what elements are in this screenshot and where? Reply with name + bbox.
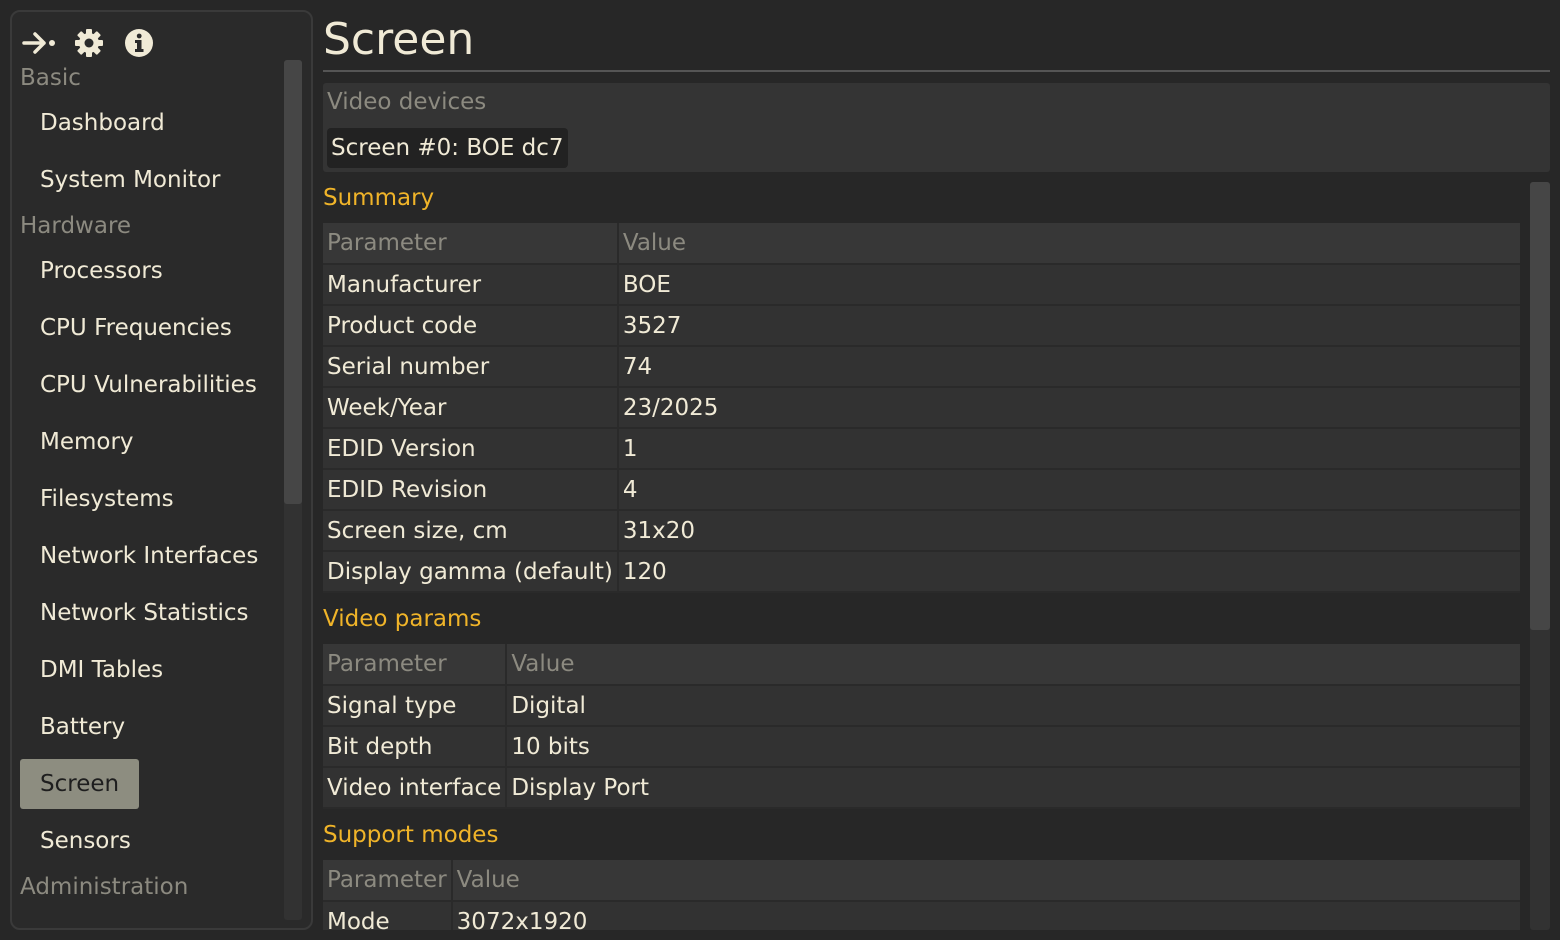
value-cell: 23/2025 [617,387,1520,429]
sidebar-item-row: Battery [20,702,282,759]
parameter-cell: Manufacturer [323,264,619,306]
value-cell: 120 [617,551,1520,593]
value-cell: 4 [617,469,1520,511]
sidebar-item-row: Processors [20,246,282,303]
value-cell: BOE [617,264,1520,306]
support-modes-title: Support modes [323,822,499,848]
parameter-cell: Bit depth [323,726,508,768]
value-cell: 3527 [617,305,1520,347]
sidebar-section-header: Administration [20,874,189,900]
parameter-cell: EDID Revision [323,469,619,511]
value-cell: Digital [506,685,1520,727]
table-header-row: Parameter Value [323,223,1520,265]
column-header-value: Value [617,223,1520,265]
table-row: Product code 3527 [323,305,1520,347]
table-row: Serial number 74 [323,346,1520,388]
sidebar-item-row: CPU Frequencies [20,303,282,360]
sidebar-scrollbar-thumb[interactable] [284,60,302,504]
sidebar-item-system-monitor[interactable]: System Monitor [20,155,241,205]
sidebar-item-processors[interactable]: Processors [20,246,183,296]
value-cell: 1 [617,428,1520,470]
parameter-cell: Week/Year [323,387,619,429]
sidebar-section-header: Hardware [20,213,132,239]
table-header-row: Parameter Value [323,860,1520,902]
column-header-value: Value [451,860,1520,902]
table-row: Week/Year 23/2025 [323,387,1520,429]
parameter-cell: Video interface [323,767,508,809]
value-cell: 74 [617,346,1520,388]
sidebar-item-network-statistics[interactable]: Network Statistics [20,588,268,638]
info-icon[interactable] [122,26,156,60]
sidebar-item-battery[interactable]: Battery [20,702,145,752]
parameter-cell: Mode [323,901,453,930]
parameter-cell: Display gamma (default) [323,551,619,593]
parameter-cell: Screen size, cm [323,510,619,552]
gear-icon[interactable] [72,26,106,60]
column-header-value: Value [506,644,1520,686]
table-row: Bit depth 10 bits [323,726,1520,768]
value-cell: 3072x1920 [451,901,1520,930]
sidebar-item-memory[interactable]: Memory [20,417,154,467]
details-content: Summary Parameter Value Manufacturer BOE P… [323,180,1520,930]
sidebar-item-row: Memory [20,417,282,474]
sidebar-item-dashboard[interactable]: Dashboard [20,98,185,148]
sidebar: Basic Dashboard System Monitor Hardware Proc… [10,10,313,930]
table-row: Screen size, cm 31x20 [323,510,1520,552]
support-modes-table: Parameter Value Mode 3072x1920 [323,860,1520,930]
sidebar-toolbar [22,26,156,60]
table-row: EDID Revision 4 [323,469,1520,511]
table-header-row: Parameter Value [323,644,1520,686]
table-row: Display gamma (default) 120 [323,551,1520,593]
table-row: Mode 3072x1920 [323,901,1520,930]
video-device-item[interactable]: Screen #0: BOE dc7 [327,128,568,168]
sidebar-item-sensors[interactable]: Sensors [20,816,151,866]
column-header-parameter: Parameter [323,223,619,265]
value-cell: 31x20 [617,510,1520,552]
main-scrollbar-thumb[interactable] [1530,182,1550,630]
sidebar-scrollbar[interactable] [284,60,302,920]
video-params-table: Parameter Value Signal type Digital Bit de… [323,644,1520,809]
sidebar-nav: Basic Dashboard System Monitor Hardware Proc… [20,64,282,907]
sidebar-item-row: DMI Tables [20,645,282,702]
sidebar-item-row: Filesystems [20,474,282,531]
parameter-cell: EDID Version [323,428,619,470]
value-cell: Display Port [506,767,1520,809]
page-title: Screen [323,0,1550,72]
parameter-cell: Serial number [323,346,619,388]
main-scrollbar[interactable] [1530,182,1550,930]
summary-table: Parameter Value Manufacturer BOE Product c… [323,223,1520,593]
sidebar-item-filesystems[interactable]: Filesystems [20,474,194,524]
table-row: Signal type Digital [323,685,1520,727]
column-header-parameter: Parameter [323,860,453,902]
video-params-title: Video params [323,606,482,632]
sidebar-item-cpu-frequencies[interactable]: CPU Frequencies [20,303,252,353]
sidebar-item-row: CPU Vulnerabilities [20,360,282,417]
table-row: EDID Version 1 [323,428,1520,470]
sidebar-item-dmi-tables[interactable]: DMI Tables [20,645,183,695]
sidebar-item-row: Dashboard [20,98,282,155]
sidebar-item-row: Screen [20,759,282,816]
column-header-parameter: Parameter [323,644,508,686]
sidebar-section-header: Basic [20,65,81,91]
sidebar-item-row: Network Interfaces [20,531,282,588]
video-devices-box: Video devices Screen #0: BOE dc7 [323,83,1550,172]
summary-title: Summary [323,185,435,211]
parameter-cell: Signal type [323,685,508,727]
table-row: Manufacturer BOE [323,264,1520,306]
sidebar-item-row: Network Statistics [20,588,282,645]
video-devices-label: Video devices [327,89,487,115]
sidebar-item-screen[interactable]: Screen [20,759,140,809]
sidebar-item-row: System Monitor [20,155,282,212]
value-cell: 10 bits [506,726,1520,768]
sidebar-item-network-interfaces[interactable]: Network Interfaces [20,531,278,581]
main-panel: Screen Video devices Screen #0: BOE dc7 … [323,0,1550,940]
sidebar-item-row: Sensors [20,816,282,873]
table-row: Video interface Display Port [323,767,1520,809]
parameter-cell: Product code [323,305,619,347]
back-arrow-icon[interactable] [22,26,56,60]
sidebar-item-cpu-vulnerabilities[interactable]: CPU Vulnerabilities [20,360,277,410]
